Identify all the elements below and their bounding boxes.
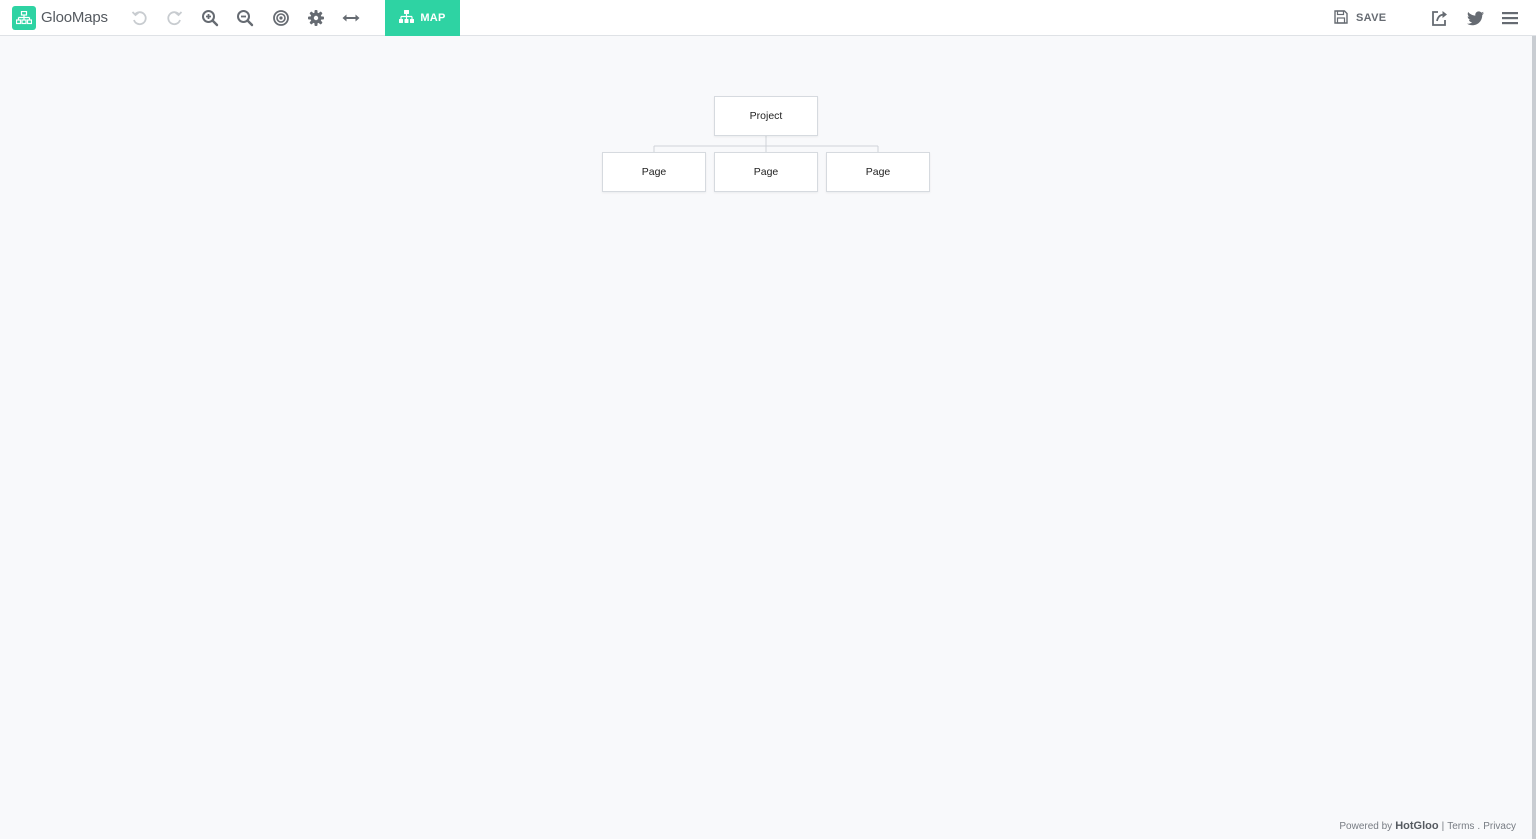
hotgloo-link[interactable]: HotGloo <box>1395 820 1438 832</box>
undo-button[interactable] <box>127 6 151 30</box>
menu-icon <box>1502 11 1518 25</box>
zoom-out-icon <box>236 9 254 27</box>
sitemap-logo-icon <box>12 5 36 30</box>
sitemap-connectors <box>653 135 879 152</box>
share-button[interactable] <box>1428 6 1452 30</box>
node-label: Page <box>641 166 667 178</box>
footer: Powered by HotGloo | Terms . Privacy <box>1339 820 1516 832</box>
sitemap-canvas[interactable]: Project Page Page Page <box>0 36 1536 839</box>
app-name: GlooMaps <box>41 9 108 26</box>
tab-map-label: MAP <box>420 12 446 24</box>
node-label: Page <box>865 166 891 178</box>
floppy-disk-icon <box>1334 9 1348 27</box>
top-toolbar: GlooMaps MAP SAVE <box>0 0 1536 36</box>
center-view-button[interactable] <box>269 6 293 30</box>
terms-link[interactable]: Terms <box>1447 821 1474 832</box>
settings-button[interactable] <box>304 6 328 30</box>
sitemap-node-page[interactable]: Page <box>714 152 818 192</box>
zoom-in-icon <box>201 9 219 27</box>
privacy-link[interactable]: Privacy <box>1483 821 1516 832</box>
node-label: Page <box>753 166 779 178</box>
save-label: SAVE <box>1356 12 1387 24</box>
footer-dot: . <box>1477 821 1481 832</box>
redo-button[interactable] <box>163 6 187 30</box>
menu-button[interactable] <box>1498 6 1522 30</box>
redo-icon <box>166 9 184 27</box>
arrows-horizontal-icon <box>341 9 361 27</box>
save-button[interactable]: SAVE <box>1334 6 1386 30</box>
gear-icon <box>307 9 325 27</box>
zoom-out-button[interactable] <box>233 6 257 30</box>
twitter-icon <box>1466 10 1484 26</box>
share-icon <box>1431 9 1449 27</box>
scrollbar[interactable] <box>1532 36 1536 839</box>
powered-by-text: Powered by <box>1339 821 1393 832</box>
sitemap-node-project[interactable]: Project <box>714 96 818 136</box>
sitemap-node-page[interactable]: Page <box>826 152 930 192</box>
target-icon <box>272 9 290 27</box>
node-label: Project <box>749 110 783 122</box>
undo-icon <box>130 9 148 27</box>
zoom-in-button[interactable] <box>198 6 222 30</box>
app-logo[interactable]: GlooMaps <box>12 5 108 30</box>
twitter-button[interactable] <box>1463 6 1487 30</box>
footer-separator: | <box>1441 821 1445 832</box>
fit-width-button[interactable] <box>339 6 363 30</box>
sitemap-node-page[interactable]: Page <box>602 152 706 192</box>
sitemap-icon <box>399 10 415 26</box>
tab-map[interactable]: MAP <box>385 0 460 36</box>
